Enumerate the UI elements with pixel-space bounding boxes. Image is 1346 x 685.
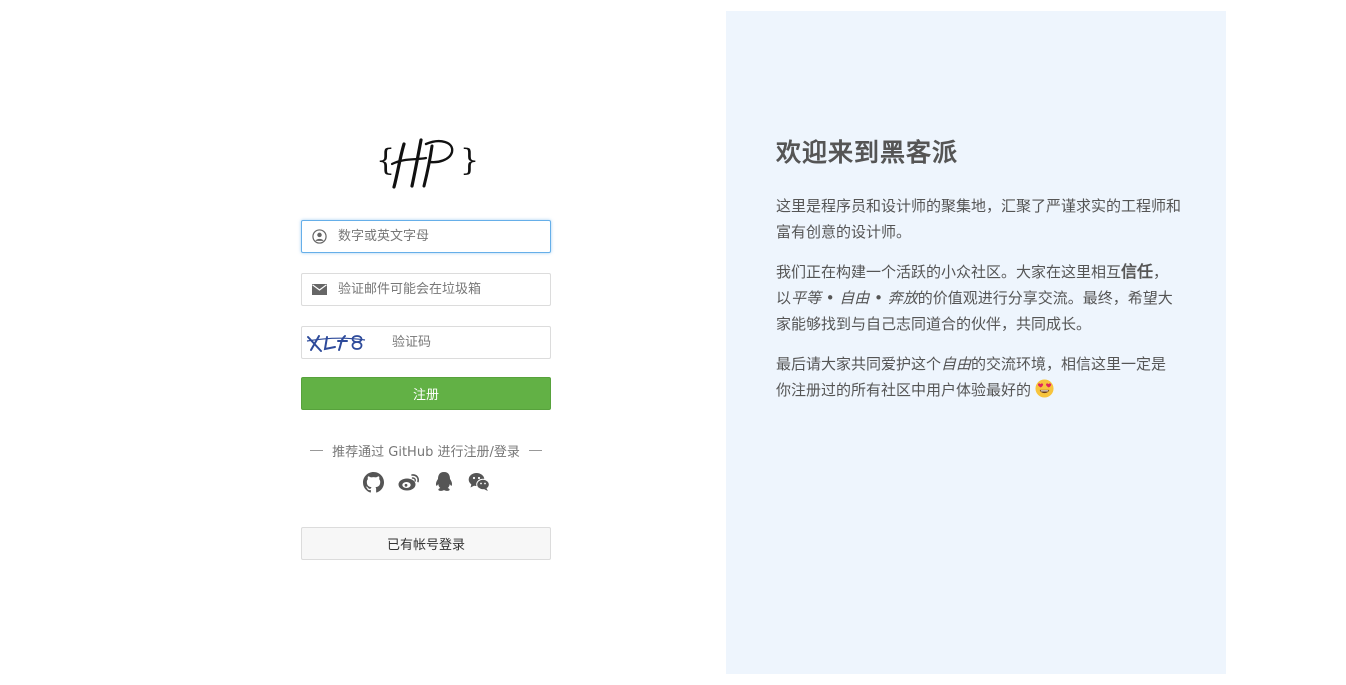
divider-line-left xyxy=(310,450,324,451)
email-input[interactable] xyxy=(336,274,550,305)
svg-text:}: } xyxy=(460,143,478,178)
username-input[interactable] xyxy=(336,221,550,252)
welcome-paragraph-1: 这里是程序员和设计师的聚集地，汇聚了严谨求实的工程师和富有创意的设计师。 xyxy=(776,197,1182,241)
p2-text-a: 我们正在构建一个活跃的小众社区。大家在这里相互 xyxy=(776,263,1122,281)
register-page: { } 数字或英文字母 验证邮件可能会在垃圾箱 验证码 注册 推荐通过 GitH… xyxy=(0,0,1346,685)
register-button[interactable]: 注册 xyxy=(301,377,551,410)
p2-trust: 信任 xyxy=(1121,262,1154,281)
welcome-content: 欢迎来到黑客派 这里是程序员和设计师的聚集地，汇聚了严谨求实的工程师和富有创意的… xyxy=(776,133,1181,420)
github-icon[interactable] xyxy=(363,471,385,493)
p3-text-a: 最后请大家共同爱护这个 xyxy=(776,355,942,373)
logo[interactable]: { } xyxy=(301,130,551,194)
third-party-hint: 推荐通过 GitHub 进行注册/登录 xyxy=(332,445,520,460)
email-field[interactable] xyxy=(301,273,551,306)
captcha-input[interactable] xyxy=(386,327,562,358)
svg-text:{: { xyxy=(376,143,395,178)
heart-eyes-emoji-icon xyxy=(1035,379,1054,406)
welcome-paragraph-3: 最后请大家共同爱护这个自由的交流环境，相信这里一定是你注册过的所有社区中用户体验… xyxy=(776,351,1181,406)
login-existing-account-button[interactable]: 已有帐号登录 xyxy=(301,527,551,560)
welcome-panel: 欢迎来到黑客派 这里是程序员和设计师的聚集地，汇聚了严谨求实的工程师和富有创意的… xyxy=(726,11,1226,674)
social-login-icons xyxy=(301,471,551,493)
welcome-paragraph-2: 我们正在构建一个活跃的小众社区。大家在这里相互信任，以平等 • 自由 • 奔放的… xyxy=(776,259,1181,337)
p3-free: 自由 xyxy=(941,355,972,373)
register-form: { } 数字或英文字母 验证邮件可能会在垃圾箱 验证码 注册 推荐通过 GitH… xyxy=(301,130,562,560)
divider-line-right xyxy=(528,450,542,451)
wechat-icon[interactable] xyxy=(468,471,490,493)
user-icon xyxy=(302,221,336,252)
weibo-icon[interactable] xyxy=(398,471,420,493)
p2-values: 平等 • 自由 • 奔放 xyxy=(791,289,918,307)
third-party-divider: 推荐通过 GitHub 进行注册/登录 xyxy=(301,441,551,460)
welcome-title: 欢迎来到黑客派 xyxy=(776,138,959,167)
username-field[interactable] xyxy=(301,220,551,253)
qq-icon[interactable] xyxy=(433,471,455,493)
logo-hp-icon: { } xyxy=(376,138,478,189)
captcha-image[interactable] xyxy=(302,327,386,358)
mail-icon xyxy=(302,274,336,305)
captcha-field[interactable] xyxy=(301,326,562,359)
